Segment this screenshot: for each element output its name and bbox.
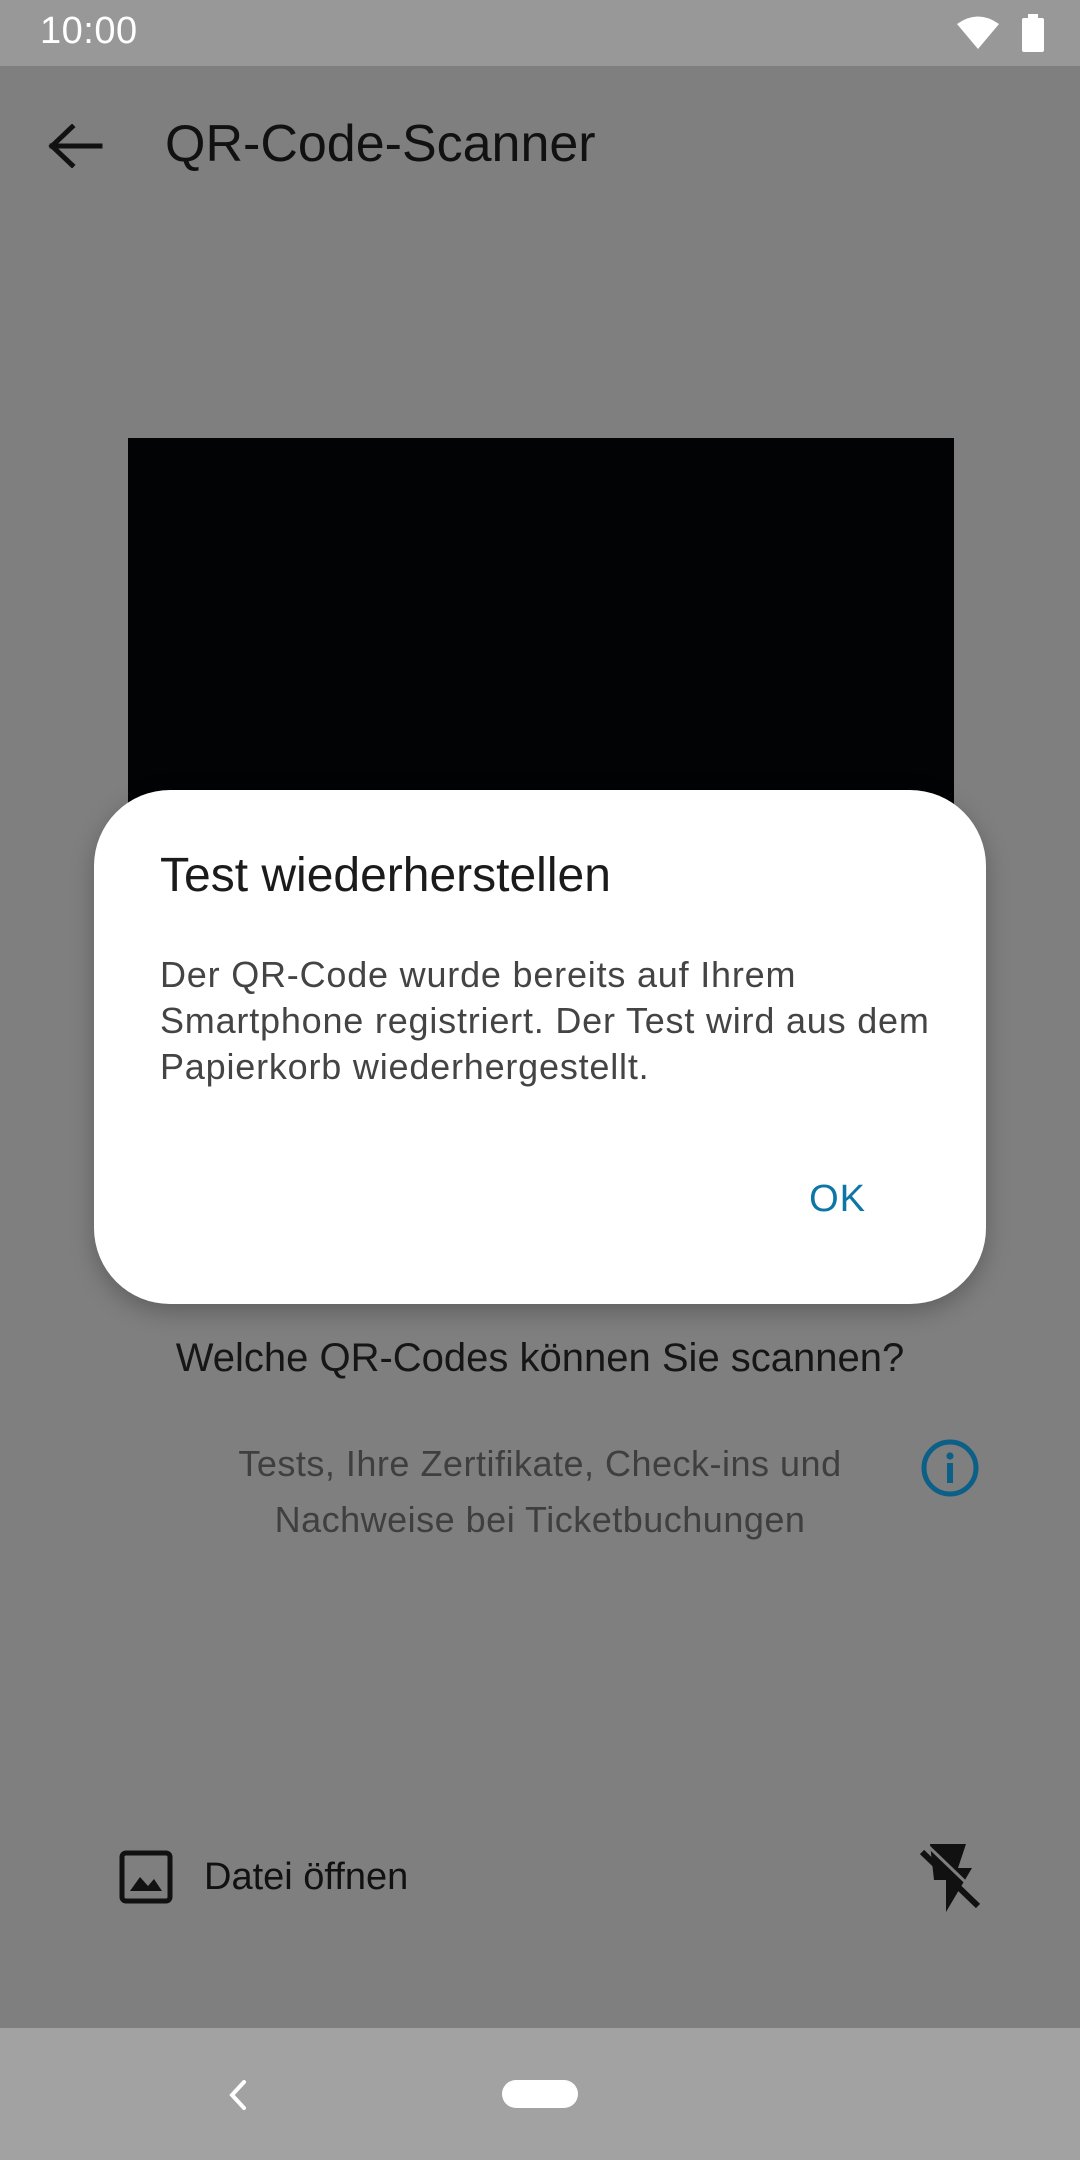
info-heading: Welche QR-Codes können Sie scannen? xyxy=(175,1336,905,1380)
dialog-title: Test wiederherstellen xyxy=(160,849,611,902)
dialog-message: Der QR-Code wurde bereits auf Ihrem Smar… xyxy=(160,954,930,1087)
arrow-back-icon xyxy=(48,124,103,168)
info-text: Tests, Ihre Zertifikate, Check-ins und N… xyxy=(238,1443,842,1540)
info-icon[interactable] xyxy=(920,1438,980,1498)
status-time: 10:00 xyxy=(40,10,138,52)
flash-off-icon xyxy=(919,1844,984,1912)
image-icon xyxy=(119,1850,173,1904)
status-bar: 10:00 xyxy=(0,0,1080,66)
open-file-label: Datei öffnen xyxy=(204,1855,409,1898)
nav-back-button[interactable] xyxy=(218,2070,258,2120)
open-file-button[interactable]: Datei öffnen xyxy=(118,1846,408,1908)
nav-home-button[interactable] xyxy=(502,2080,578,2108)
status-icons xyxy=(956,14,1044,57)
page-title: QR-Code-Scanner xyxy=(165,115,596,173)
app-bar: QR-Code-Scanner xyxy=(0,66,1080,226)
flash-toggle-button[interactable] xyxy=(916,1840,986,1916)
screen: 10:00 QR-Code-Scanner Welche QR-Codes kö… xyxy=(0,0,1080,2160)
chevron-left-icon xyxy=(229,2080,246,2110)
wifi-icon xyxy=(956,15,1000,56)
battery-icon xyxy=(1022,14,1044,57)
restore-test-dialog: Test wiederherstellen Der QR-Code wurde … xyxy=(94,790,986,1304)
back-button[interactable] xyxy=(40,110,112,182)
dialog-ok-button[interactable]: OK xyxy=(809,1178,866,1221)
navigation-bar xyxy=(0,2028,1080,2160)
